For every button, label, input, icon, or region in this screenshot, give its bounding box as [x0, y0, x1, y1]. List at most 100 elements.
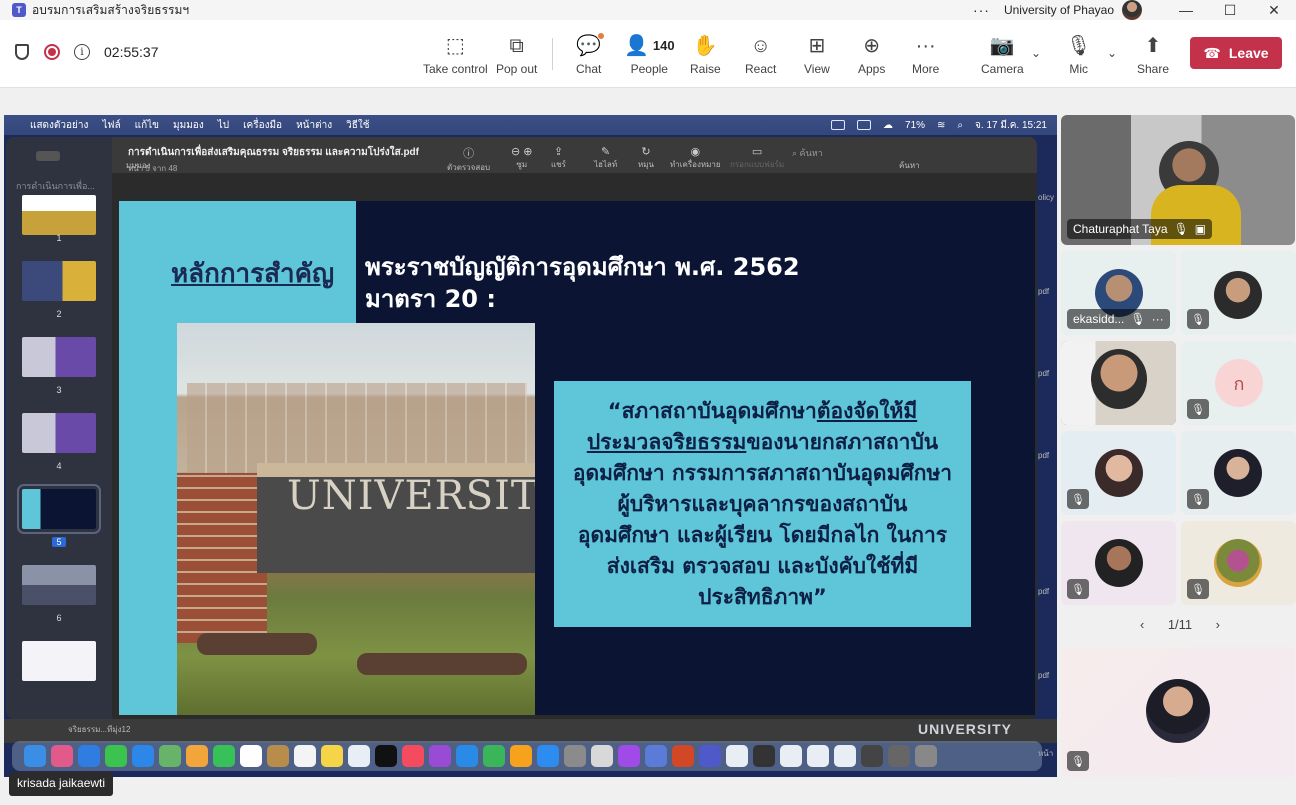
page-number: 1 — [56, 233, 62, 243]
participant-tile-active-speaker[interactable] — [1061, 341, 1176, 425]
chevron-right-icon[interactable]: › — [1216, 617, 1220, 632]
mac-dock — [12, 741, 1042, 771]
preview-icon — [591, 745, 613, 767]
phone-hangup-icon: ☎ — [1203, 44, 1221, 61]
page-thumbnail — [22, 261, 96, 301]
participant-tile[interactable]: 🎙 — [1181, 521, 1296, 605]
react-button[interactable]: ☺ React — [745, 34, 776, 76]
mic-button[interactable]: 🎙 Mic — [1066, 34, 1091, 76]
viewer-toolbar: การดำเนินการเพื่อส่งเสริมคุณธรรม จริยธรร… — [6, 137, 1037, 173]
participant-tile[interactable]: 🎙 — [1061, 431, 1176, 515]
participant-name-tag: ekasidd... 🎙 ··· — [1067, 309, 1170, 329]
trash-icon — [915, 745, 937, 767]
mac-menu-item: มุมมอง — [173, 119, 204, 131]
form-tool: ▭ กรอกแบบฟอร์ม — [730, 146, 785, 169]
ellipsis-icon: ··· — [915, 35, 936, 57]
participant-name-tag: Chaturaphat Taya 🎙 ▣ — [1067, 219, 1213, 239]
notes-icon — [321, 745, 343, 767]
screen-share-icon: ▣ — [1194, 222, 1207, 236]
mic-off-icon: 🎙 — [1130, 312, 1146, 326]
viewer-search-field: ⌕ ค้นหา — [792, 148, 823, 158]
raise-hand-button[interactable]: ✋ Raise — [690, 34, 721, 76]
sidebar-title: การดำเนินการเพื่อ... — [16, 181, 95, 191]
smiley-icon: ☺ — [750, 35, 771, 57]
share-button[interactable]: ⬆ Share — [1137, 34, 1169, 76]
maximize-icon[interactable]: ☐ — [1208, 2, 1252, 19]
people-icon: 👤 140 — [624, 35, 675, 57]
mac-menu-item: หน้าต่าง — [296, 119, 333, 131]
page-indicator: 1/11 — [1167, 617, 1193, 632]
mac-datetime: จ. 17 มี.ค. 15:21 — [975, 119, 1047, 131]
teams-icon: T — [12, 3, 26, 17]
window-thumb-icon — [861, 745, 883, 767]
slide-quote: “สภาสถาบันอุดมศึกษาต้องจัดให้มีประมวลจริ… — [572, 398, 953, 609]
page-number: 6 — [56, 613, 62, 623]
presentation-slide: หลักการสำคัญ พระราชบัญญัติการอุดมศึกษา พ… — [119, 201, 1035, 715]
screen-mirror-icon — [831, 120, 846, 130]
finder-window-icon — [645, 745, 667, 767]
mic-options-chevron-icon[interactable]: ⌄ — [1107, 46, 1117, 60]
participant-avatar — [1095, 449, 1143, 497]
status-icon — [857, 120, 872, 130]
tv-icon — [375, 745, 397, 767]
close-icon[interactable]: ✕ — [1252, 2, 1296, 19]
info-icon[interactable]: i — [72, 42, 92, 62]
window-thumb-icon — [888, 745, 910, 767]
window-thumb-icon — [726, 745, 748, 767]
people-count: 140 — [652, 38, 675, 53]
view-menu: มุมมอง — [126, 161, 151, 170]
maps-icon — [159, 745, 181, 767]
recording-icon[interactable] — [42, 42, 62, 62]
people-button[interactable]: 👤 140 People — [624, 34, 675, 76]
window-thumb-icon — [834, 745, 856, 767]
take-control-button[interactable]: ⬚ Take control — [423, 34, 488, 76]
participant-initial-avatar: ก — [1215, 359, 1263, 407]
view-button[interactable]: ⊞ View — [804, 34, 830, 76]
participant-avatar — [1146, 679, 1210, 743]
org-name[interactable]: University of Phayao — [1004, 3, 1114, 17]
safari-icon — [78, 745, 100, 767]
thumbnail-sidebar: การดำเนินการเพื่อ... 1 2 3 4 5 6 — [6, 137, 112, 719]
window-thumb-icon — [780, 745, 802, 767]
chat-icon: 💬 — [576, 32, 606, 58]
user-avatar[interactable] — [1122, 0, 1142, 20]
university-sign-photo: UNIVERSITY — [177, 323, 535, 715]
highlight-tool: ✎ ไฮไลท์ — [594, 146, 618, 169]
more-options-icon[interactable]: ··· — [973, 2, 990, 18]
camera-options-chevron-icon[interactable]: ⌄ — [1031, 46, 1041, 60]
leave-button[interactable]: ☎ Leave — [1190, 37, 1282, 69]
page-thumbnail — [22, 337, 96, 377]
featured-video-tile[interactable]: Chaturaphat Taya 🎙 ▣ — [1061, 115, 1295, 245]
meeting-toolbar: i 02:55:37 ⬚ Take control ⧉ Pop out 💬 Ch… — [0, 20, 1296, 88]
presenter-name-label: krisada jaikaewti — [9, 772, 114, 796]
hand-icon: ✋ — [692, 35, 718, 57]
participant-video — [1091, 349, 1147, 409]
self-view-tile[interactable]: 🎙 — [1061, 647, 1295, 777]
participant-tile[interactable]: 🎙 — [1061, 521, 1176, 605]
slide-principle-title: หลักการสำคัญ — [171, 259, 335, 289]
camera-button[interactable]: 📷 Camera — [981, 34, 1024, 76]
participant-tile[interactable]: ekasidd... 🎙 ··· — [1061, 251, 1176, 335]
chat-button[interactable]: 💬 Chat — [576, 32, 606, 76]
share-tool: ⇪ แชร์ — [551, 146, 566, 169]
take-control-icon: ⬚ — [445, 35, 465, 57]
participant-tile[interactable]: ก 🎙 — [1181, 341, 1296, 425]
document-name: การดำเนินการเพื่อส่งเสริมคุณธรรม จริยธรร… — [128, 147, 419, 158]
mac-menu-item: เครื่องมือ — [243, 119, 283, 131]
shield-icon[interactable] — [12, 42, 32, 62]
participant-tile[interactable]: 🎙 — [1181, 431, 1296, 515]
more-options-icon[interactable]: ··· — [1152, 312, 1164, 326]
mic-off-icon: 🎙 — [1173, 222, 1189, 236]
more-button[interactable]: ··· More — [912, 34, 939, 76]
shared-screen[interactable]: แสดงตัวอย่าง ไฟล์ แก้ไข มุมมอง ไป เครื่อ… — [4, 115, 1057, 777]
minimize-icon[interactable]: — — [1164, 2, 1208, 18]
chevron-left-icon[interactable]: ‹ — [1140, 617, 1144, 632]
pop-out-button[interactable]: ⧉ Pop out — [496, 34, 537, 76]
podcasts-icon — [429, 745, 451, 767]
teams-dock-icon — [699, 745, 721, 767]
participant-tile[interactable]: 🎙 — [1181, 251, 1296, 335]
mic-off-icon: 🎙 — [1187, 489, 1209, 509]
plus-icon: ⊕ — [863, 35, 881, 57]
apps-button[interactable]: ⊕ Apps — [858, 34, 885, 76]
search-icon: ⌕ — [957, 119, 964, 131]
